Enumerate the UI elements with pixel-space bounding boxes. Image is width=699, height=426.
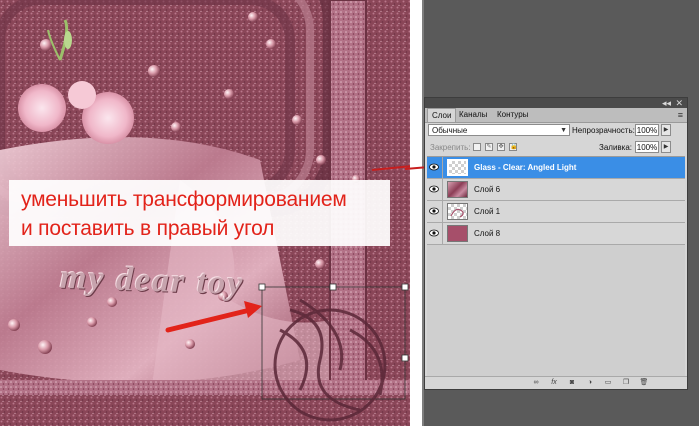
tab-paths[interactable]: Контуры <box>493 108 532 122</box>
eye-icon[interactable] <box>429 185 439 193</box>
lock-pixels-icon[interactable]: ✎ <box>485 143 493 151</box>
layer-name: Слой 1 <box>474 207 501 216</box>
fill-field[interactable]: 100% <box>635 141 659 153</box>
annotation-line-2: и поставить в правый угол <box>21 217 275 240</box>
blend-mode-select[interactable]: Обычные ▼ <box>428 124 570 136</box>
lock-all-icon[interactable]: 🔒 <box>509 143 517 151</box>
layer-row-6[interactable]: Слой 6 <box>427 179 685 201</box>
canvas-edge <box>410 0 422 426</box>
panel-tabs: Слои Каналы Контуры ≡ <box>425 108 687 123</box>
fill-stepper[interactable]: ▶ <box>661 141 671 153</box>
folder-icon[interactable]: ▭ <box>603 378 613 387</box>
lock-transparency-icon[interactable] <box>473 143 481 151</box>
link-icon[interactable]: ∞ <box>531 378 541 387</box>
layer-thumbnail <box>447 159 468 176</box>
layer-row-1[interactable]: Слой 1 <box>427 201 685 223</box>
tab-layers[interactable]: Слои <box>427 108 457 122</box>
new-layer-icon[interactable]: ❐ <box>621 378 631 387</box>
panel-footer: ∞ fx ◙ ◑ ▭ ❐ 🗑 <box>425 376 687 389</box>
visibility-separator <box>442 201 443 223</box>
eye-icon[interactable] <box>429 163 439 171</box>
eye-icon[interactable] <box>429 229 439 237</box>
layer-thumbnail <box>447 225 468 242</box>
fill-label: Заливка: <box>599 143 633 152</box>
adjustment-icon[interactable]: ◑ <box>585 378 595 387</box>
layers-panel: ◂◂ ✕ Слои Каналы Контуры ≡ Обычные ▼ Неп… <box>424 97 688 390</box>
mask-icon[interactable]: ◙ <box>567 378 577 387</box>
trash-icon[interactable]: 🗑 <box>639 378 649 387</box>
panel-menu-icon[interactable]: ≡ <box>678 108 683 122</box>
eye-icon[interactable] <box>429 207 439 215</box>
layer-name: Glass - Clear: Angled Light <box>474 163 577 172</box>
layer-thumbnail-art <box>450 208 464 218</box>
opacity-stepper[interactable]: ▶ <box>661 124 671 136</box>
visibility-separator <box>442 179 443 201</box>
layer-name: Слой 6 <box>474 185 501 194</box>
annotation-box: уменьшить трансформированием и поставить… <box>9 180 390 246</box>
tab-channels[interactable]: Каналы <box>455 108 491 122</box>
collapse-icon[interactable]: ◂◂ <box>662 98 671 108</box>
blend-mode-value: Обычные <box>432 126 468 135</box>
annotation-line-1: уменьшить трансформированием <box>21 188 347 211</box>
panel-titlebar[interactable]: ◂◂ ✕ <box>425 98 687 108</box>
opacity-field[interactable]: 100% <box>635 124 659 136</box>
lock-position-icon[interactable]: ✥ <box>497 143 505 151</box>
layer-thumbnail <box>447 203 468 220</box>
visibility-separator <box>442 223 443 245</box>
lock-label: Закрепить: <box>430 143 471 152</box>
layer-thumbnail <box>447 181 468 198</box>
layer-list: Glass - Clear: Angled Light Слой 6 Слой … <box>427 156 685 379</box>
watermark-text: my dear toy <box>59 258 246 303</box>
chevron-down-icon: ▼ <box>560 127 567 134</box>
document-canvas[interactable]: my dear toy уменьшить трансформированием… <box>0 0 410 426</box>
close-icon[interactable]: ✕ <box>675 98 683 108</box>
layer-row-glass[interactable]: Glass - Clear: Angled Light <box>427 157 685 179</box>
fx-icon[interactable]: fx <box>549 378 559 387</box>
layer-row-8[interactable]: Слой 8 <box>427 223 685 245</box>
layer-name: Слой 8 <box>474 229 501 238</box>
visibility-separator <box>442 157 443 179</box>
opacity-label: Непрозрачность: <box>572 126 635 135</box>
